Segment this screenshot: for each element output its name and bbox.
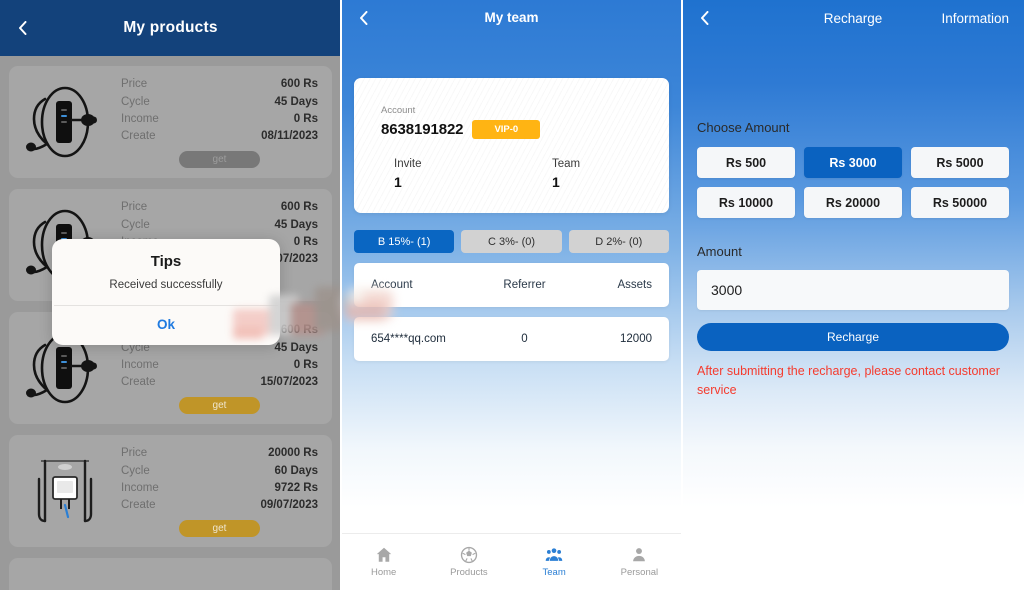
- tab-tier-b[interactable]: B 15%- (1): [354, 230, 455, 253]
- nav-item-team[interactable]: Team: [512, 546, 597, 578]
- tier-tab-bar: B 15%- (1) C 3%- (0) D 2%- (0): [354, 230, 669, 253]
- recharge-note: After submitting the recharge, please co…: [697, 364, 1000, 397]
- dialog-title: Tips: [150, 253, 182, 270]
- amount-label: Amount: [697, 244, 742, 259]
- nav-item-products[interactable]: Products: [426, 546, 511, 578]
- amount-option-500[interactable]: Rs 500: [697, 147, 795, 178]
- stat-label: Invite: [394, 158, 422, 170]
- three-panel-screenshot: My products Price 600 Rs Cycle 45 Days I…: [0, 0, 1024, 590]
- recharge-submit-button[interactable]: Recharge: [697, 323, 1009, 351]
- amount-options-grid: Rs 500 Rs 3000 Rs 5000 Rs 10000 Rs 20000…: [697, 147, 1009, 218]
- amount-option-20000[interactable]: Rs 20000: [803, 187, 902, 218]
- home-icon: [375, 546, 393, 564]
- tab-tier-d[interactable]: D 2%- (0): [568, 230, 669, 253]
- amount-option-5000[interactable]: Rs 5000: [910, 147, 1009, 178]
- stat-invite: Invite 1: [381, 156, 524, 192]
- dialog-message: Received successfully: [109, 279, 223, 291]
- recharge-header: Recharge Information: [682, 0, 1024, 36]
- bottom-navigation: Home Products Team Personal: [341, 533, 682, 590]
- page-title: My team: [484, 10, 539, 25]
- panel-my-products: My products Price 600 Rs Cycle 45 Days I…: [0, 0, 341, 590]
- choose-amount-label: Choose Amount: [697, 120, 790, 135]
- recharge-body: Choose Amount Rs 500 Rs 3000 Rs 5000 Rs …: [682, 120, 1024, 400]
- tab-tier-c[interactable]: C 3%- (0): [461, 230, 562, 253]
- panel-divider: [681, 0, 683, 590]
- account-number: 8638191822: [381, 121, 464, 138]
- account-label: Account: [381, 105, 416, 116]
- tips-dialog: Tips Received successfully Ok: [52, 239, 280, 345]
- team-header: My team: [341, 0, 682, 35]
- nav-label: Personal: [620, 567, 659, 578]
- account-summary-card: Account 8638191822 VIP-0 Invite 1 Team 1: [354, 78, 669, 213]
- panel-my-team: My team Account 8638191822 VIP-0 Invite …: [341, 0, 682, 590]
- table-row[interactable]: 654****qq.com 0 12000: [354, 317, 669, 361]
- nav-label: Home: [370, 567, 397, 578]
- amount-input[interactable]: [697, 270, 1009, 310]
- nav-item-personal[interactable]: Personal: [597, 546, 682, 578]
- chevron-left-icon[interactable]: [355, 10, 371, 26]
- team-stats: Invite 1 Team 1: [381, 156, 669, 192]
- amount-option-50000[interactable]: Rs 50000: [910, 187, 1009, 218]
- cell-assets: 12000: [620, 333, 652, 345]
- column-header-assets: Assets: [617, 279, 652, 291]
- amount-option-3000[interactable]: Rs 3000: [803, 147, 902, 178]
- stat-value: 1: [552, 174, 560, 190]
- stat-label: Team: [552, 158, 581, 170]
- cell-account: 654****qq.com: [371, 333, 446, 345]
- amount-option-10000[interactable]: Rs 10000: [697, 187, 795, 218]
- panel-recharge: Recharge Information Choose Amount Rs 50…: [682, 0, 1024, 590]
- nav-item-home[interactable]: Home: [341, 546, 426, 578]
- people-group-icon: [545, 546, 563, 564]
- soccer-ball-icon: [460, 546, 478, 564]
- nav-label: Products: [450, 567, 488, 578]
- column-header-referrer: Referrer: [503, 279, 546, 291]
- vip-badge: VIP-0: [472, 120, 541, 139]
- person-icon: [630, 546, 648, 564]
- stat-value: 1: [394, 174, 402, 190]
- column-header-account: Account: [371, 279, 413, 291]
- dialog-ok-button[interactable]: Ok: [52, 306, 280, 345]
- panel-divider: [340, 0, 342, 590]
- stat-team: Team 1: [524, 156, 667, 192]
- account-row: 8638191822 VIP-0: [381, 120, 669, 139]
- nav-label: Team: [542, 567, 566, 578]
- information-link[interactable]: Information: [941, 11, 1009, 26]
- cell-referrer: 0: [521, 333, 528, 345]
- team-table-header: Account Referrer Assets: [354, 263, 669, 307]
